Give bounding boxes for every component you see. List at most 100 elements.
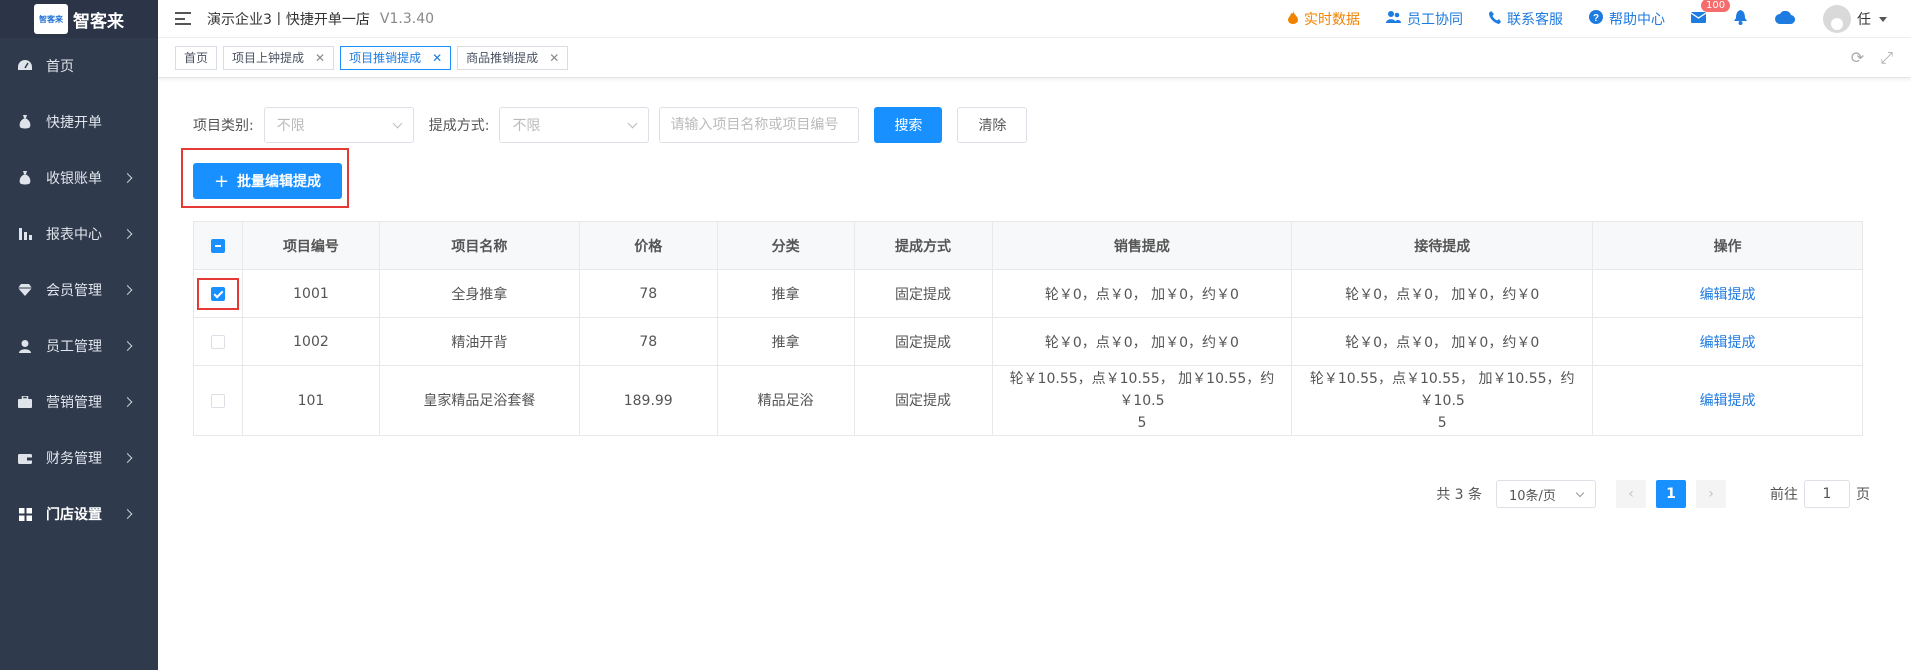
column-header: 接待提成 (1291, 221, 1594, 270)
category-select[interactable]: 不限 (263, 107, 414, 143)
commission-method: 固定提成 (853, 269, 993, 318)
sidebar-item-label: 会员管理 (46, 283, 102, 299)
sidebar-item-staff[interactable]: 员工管理 (0, 318, 158, 374)
tab-project-sales-commission[interactable]: 项目推销提成 ✕ (340, 45, 452, 70)
grid-icon (18, 507, 32, 521)
cloud-button[interactable] (1775, 10, 1796, 28)
category-filter-label: 项目类别: (193, 118, 254, 134)
sales-commission-line: 轮￥0，点￥0， 加￥0，约￥0 (1044, 286, 1239, 303)
sidebar-item-store-settings[interactable]: 门店设置 (0, 486, 158, 542)
reception-commission-line: 轮￥0，点￥0， 加￥0，约￥0 (1345, 334, 1540, 351)
sidebar-item-members[interactable]: 会员管理 (0, 262, 158, 318)
avatar[interactable] (1823, 5, 1851, 33)
project-name: 皇家精品足浴套餐 (378, 365, 580, 436)
tab-label: 首页 (184, 51, 209, 65)
briefcase-icon (18, 395, 32, 409)
filter-bar: 项目类别: 不限 提成方式: 不限 搜索 清除 (193, 107, 1028, 143)
sales-commission: 轮￥0，点￥0， 加￥0，约￥0 (991, 317, 1293, 366)
user-name[interactable]: 任 (1857, 9, 1871, 29)
action-cell: 编辑提成 (1592, 269, 1863, 318)
sidebar-item-home[interactable]: 首页 (0, 38, 158, 94)
sales-commission-line: 5 (1137, 414, 1147, 431)
cloud-icon (1775, 10, 1796, 28)
pagination: 共 3 条 10条/页 ‹ 1 › 前往 页 (1436, 480, 1870, 508)
chevron-down-icon (1575, 488, 1585, 497)
menu-toggle-icon[interactable] (175, 12, 191, 25)
select-all-cell[interactable] (193, 221, 243, 270)
sidebar-item-finance[interactable]: 财务管理 (0, 430, 158, 486)
select-all-checkbox[interactable] (210, 238, 225, 253)
column-header: 分类 (716, 221, 855, 270)
staff-collab-link[interactable]: 员工协同 (1386, 9, 1463, 29)
search-input[interactable] (659, 107, 860, 143)
company-name: 演示企业3丨快捷开单一店 (207, 11, 370, 28)
row-select-cell[interactable] (193, 317, 243, 366)
close-icon[interactable]: ✕ (549, 51, 559, 65)
realtime-data-label: 实时数据 (1304, 12, 1360, 28)
logo-badge: 智客来 (34, 4, 68, 34)
reception-commission: 轮￥10.55，点￥10.55， 加￥10.55，约￥10.5 5 (1291, 365, 1594, 436)
page-size-select[interactable]: 10条/页 (1496, 480, 1596, 508)
clear-button[interactable]: 清除 (957, 107, 1028, 143)
action-cell: 编辑提成 (1592, 365, 1863, 436)
mail-icon (1690, 11, 1707, 27)
chevron-right-icon (122, 509, 133, 519)
method-select-value: 不限 (512, 118, 541, 134)
sidebar-item-label: 营销管理 (46, 395, 102, 411)
sidebar-item-reports[interactable]: 报表中心 (0, 206, 158, 262)
help-center-link[interactable]: ? 帮助中心 (1589, 9, 1665, 29)
search-button[interactable]: 搜索 (874, 107, 943, 143)
sidebar-item-cashier-bill[interactable]: 收银账单 (0, 150, 158, 206)
method-select[interactable]: 不限 (499, 107, 650, 143)
chevron-down-icon (392, 118, 403, 128)
bar-chart-icon (18, 227, 32, 241)
reception-commission: 轮￥0，点￥0， 加￥0，约￥0 (1291, 269, 1594, 318)
edit-commission-link[interactable]: 编辑提成 (1700, 393, 1756, 409)
highlight-box (196, 277, 239, 310)
project-category: 精品足浴 (716, 365, 855, 436)
table-row: 1002 精油开背 78 推拿 固定提成 轮￥0，点￥0， 加￥0，约￥0 轮￥… (193, 317, 1863, 366)
sidebar: 智客来 智客来 首页 快捷开单 收银账单 报表中心 会员管理 员工管理 营销管理… (0, 0, 158, 670)
logo[interactable]: 智客来 智客来 (0, 0, 158, 38)
tab-project-clock-commission[interactable]: 项目上钟提成 ✕ (223, 45, 335, 70)
close-icon[interactable]: ✕ (315, 51, 325, 65)
users-icon (1386, 11, 1401, 27)
sales-commission: 轮￥10.55，点￥10.55， 加￥10.55，约￥10.5 5 (991, 365, 1293, 436)
fullscreen-icon[interactable]: ⤢ (1880, 48, 1893, 68)
contact-support-link[interactable]: 联系客服 (1489, 9, 1563, 29)
chevron-down-icon (627, 118, 638, 128)
edit-commission-link[interactable]: 编辑提成 (1700, 335, 1756, 351)
chevron-right-icon (122, 453, 133, 463)
version-label: V1.3.40 (379, 10, 435, 27)
sidebar-item-marketing[interactable]: 营销管理 (0, 374, 158, 430)
realtime-data-link[interactable]: 实时数据 (1288, 9, 1360, 29)
sidebar-item-quick-order[interactable]: 快捷开单 (0, 94, 158, 150)
sidebar-item-label: 财务管理 (46, 451, 102, 467)
mail-button[interactable]: 100 (1690, 0, 1731, 27)
column-header: 项目名称 (378, 221, 580, 270)
tab-product-sales-commission[interactable]: 商品推销提成 ✕ (457, 45, 569, 70)
prev-page-button[interactable]: ‹ (1616, 480, 1646, 508)
row-select-cell[interactable] (193, 365, 243, 436)
next-page-button[interactable]: › (1696, 480, 1726, 508)
batch-edit-commission-button[interactable]: + 批量编辑提成 (193, 163, 342, 199)
close-icon[interactable]: ✕ (432, 51, 442, 65)
money-bag-icon (18, 115, 32, 129)
edit-commission-link[interactable]: 编辑提成 (1700, 287, 1756, 303)
row-select-cell[interactable] (193, 269, 243, 318)
money-bag-icon (18, 171, 32, 185)
row-checkbox[interactable] (210, 334, 225, 349)
row-checkbox[interactable] (210, 393, 225, 408)
goto-page-input[interactable] (1804, 480, 1850, 508)
mail-count-badge: 100 (1701, 0, 1731, 12)
table-row: 1001 全身推拿 78 推拿 固定提成 轮￥0，点￥0， 加￥0，约￥0 轮￥… (193, 269, 1863, 318)
page-number-button[interactable]: 1 (1656, 480, 1686, 508)
tab-home[interactable]: 首页 (175, 45, 218, 70)
svg-text:?: ? (1593, 13, 1599, 24)
notification-button[interactable] (1734, 9, 1747, 29)
refresh-icon[interactable]: ⟳ (1851, 48, 1864, 68)
row-checkbox[interactable] (210, 286, 225, 301)
column-header: 提成方式 (853, 221, 993, 270)
caret-down-icon[interactable] (1879, 16, 1887, 22)
sidebar-item-label: 门店设置 (46, 507, 102, 523)
